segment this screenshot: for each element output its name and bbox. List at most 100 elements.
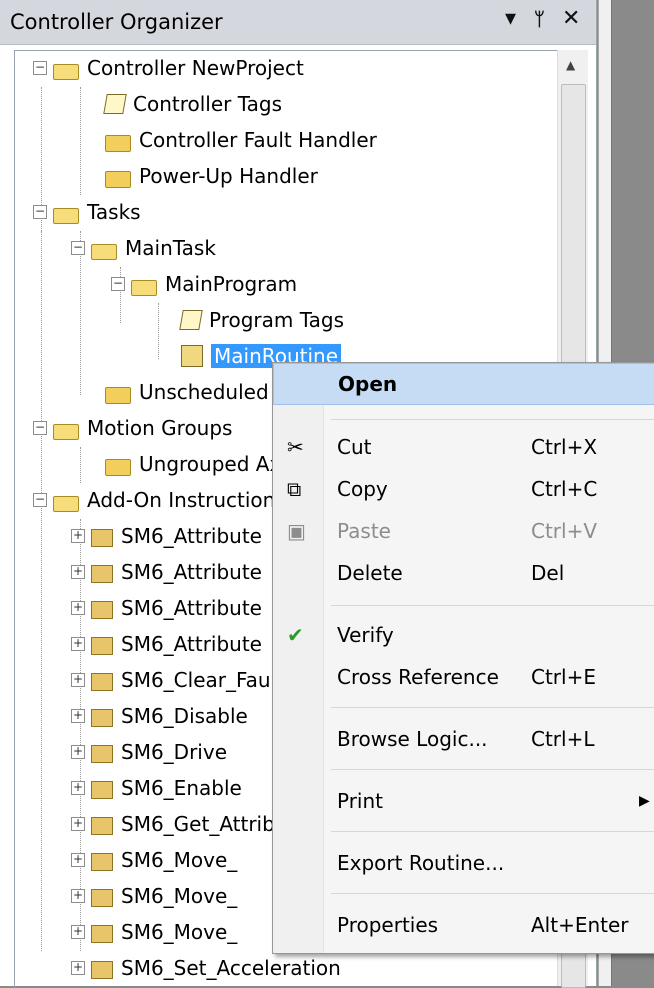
expand-icon[interactable]: + bbox=[71, 601, 85, 615]
menu-item-label: Cross Reference bbox=[337, 665, 499, 689]
menu-item-delete[interactable]: Delete Del bbox=[273, 553, 654, 593]
tree-node-aoi-item[interactable]: + SM6_Drive bbox=[71, 735, 227, 769]
expand-icon[interactable]: + bbox=[71, 781, 85, 795]
tree-node-label: Controller Tags bbox=[133, 92, 283, 116]
tree-node-label: SM6_Disable bbox=[121, 704, 248, 728]
tree-node-aoi-item[interactable]: + SM6_Attribute bbox=[71, 519, 262, 553]
tree-node-aoi-item[interactable]: + SM6_Attribute bbox=[71, 555, 262, 589]
aoi-icon bbox=[91, 565, 113, 583]
scroll-up-icon[interactable]: ▲ bbox=[566, 58, 575, 72]
collapse-icon[interactable]: − bbox=[33, 205, 47, 219]
folder-icon bbox=[105, 386, 131, 404]
close-icon[interactable]: ✕ bbox=[562, 6, 580, 31]
copy-icon: ⧉ bbox=[287, 477, 302, 501]
menu-shortcut: Ctrl+L bbox=[531, 727, 595, 751]
tree-node-mainprogram[interactable]: − MainProgram bbox=[111, 267, 297, 301]
tree-node-aoi-item[interactable]: + SM6_Move_ bbox=[71, 879, 237, 913]
tree-node-aoi-item[interactable]: + SM6_Move_ bbox=[71, 915, 237, 949]
aoi-icon bbox=[91, 961, 113, 979]
expand-icon[interactable]: + bbox=[71, 961, 85, 975]
menu-item-cut[interactable]: ✂ Cut Ctrl+X bbox=[273, 427, 654, 467]
menu-item-label: Open bbox=[338, 372, 398, 396]
expand-icon[interactable]: + bbox=[71, 817, 85, 831]
tree-node-aoi-item[interactable]: + SM6_Clear_Fault bbox=[71, 663, 284, 697]
tree-node-program-tags[interactable]: Program Tags bbox=[179, 303, 344, 337]
tree-node-aoi-item[interactable]: + SM6_Attribute bbox=[71, 591, 262, 625]
scissors-icon: ✂ bbox=[287, 435, 304, 459]
menu-item-copy[interactable]: ⧉ Copy Ctrl+C bbox=[273, 469, 654, 509]
aoi-icon bbox=[91, 889, 113, 907]
tree-node-aoi-item[interactable]: + SM6_Set_Acceleration bbox=[71, 951, 341, 985]
tree-node-controller-tags[interactable]: Controller Tags bbox=[103, 87, 283, 121]
folder-icon bbox=[105, 134, 131, 152]
menu-separator bbox=[331, 769, 654, 770]
expand-icon[interactable]: + bbox=[71, 637, 85, 651]
menu-shortcut: Ctrl+C bbox=[531, 477, 598, 501]
expand-icon[interactable]: + bbox=[71, 529, 85, 543]
tree-node-fault-handler[interactable]: Controller Fault Handler bbox=[105, 123, 377, 157]
expand-icon[interactable]: + bbox=[71, 889, 85, 903]
collapse-icon[interactable]: − bbox=[71, 241, 85, 255]
menu-separator bbox=[331, 893, 654, 894]
menu-item-label: Delete bbox=[337, 561, 403, 585]
expand-icon[interactable]: + bbox=[71, 565, 85, 579]
aoi-icon bbox=[91, 709, 113, 727]
folder-open-icon bbox=[53, 424, 79, 440]
menu-item-properties[interactable]: Properties Alt+Enter bbox=[273, 905, 654, 945]
tree-node-label: Power-Up Handler bbox=[139, 164, 318, 188]
collapse-icon[interactable]: − bbox=[33, 493, 47, 507]
task-icon bbox=[91, 244, 117, 260]
menu-item-label: Paste bbox=[337, 519, 391, 543]
aoi-icon bbox=[91, 925, 113, 943]
program-icon bbox=[131, 280, 157, 296]
pin-icon[interactable]: ᛘ bbox=[534, 9, 545, 30]
folder-open-icon bbox=[53, 208, 79, 224]
menu-item-label: Export Routine... bbox=[337, 851, 505, 875]
tree-node-aoi-item[interactable]: + SM6_Attribute bbox=[71, 627, 262, 661]
expand-icon[interactable]: + bbox=[71, 709, 85, 723]
aoi-icon bbox=[91, 745, 113, 763]
collapse-icon[interactable]: − bbox=[33, 61, 47, 75]
tree-node-aoi-item[interactable]: + SM6_Enable bbox=[71, 771, 242, 805]
menu-item-verify[interactable]: ✔ Verify bbox=[273, 615, 654, 655]
menu-item-label: Browse Logic... bbox=[337, 727, 488, 751]
menu-item-label: Print bbox=[337, 789, 384, 813]
aoi-icon bbox=[91, 637, 113, 655]
menu-item-cross-reference[interactable]: Cross Reference Ctrl+E bbox=[273, 657, 654, 697]
folder-open-icon bbox=[53, 64, 79, 80]
collapse-icon[interactable]: − bbox=[111, 277, 125, 291]
tree-node-maintask[interactable]: − MainTask bbox=[71, 231, 216, 265]
verify-icon: ✔ bbox=[287, 623, 304, 647]
expand-icon[interactable]: + bbox=[71, 925, 85, 939]
panel-titlebar: Controller Organizer ▾ ᛘ ✕ bbox=[0, 0, 596, 45]
aoi-icon bbox=[91, 673, 113, 691]
tree-node-label: Controller NewProject bbox=[87, 56, 304, 80]
menu-shortcut: Ctrl+V bbox=[531, 519, 598, 543]
expand-icon[interactable]: + bbox=[71, 853, 85, 867]
tree-node-motion-groups[interactable]: − Motion Groups bbox=[33, 411, 232, 445]
aoi-icon bbox=[91, 817, 113, 835]
tree-node-label: Motion Groups bbox=[87, 416, 233, 440]
tree-node-powerup-handler[interactable]: Power-Up Handler bbox=[105, 159, 318, 193]
menu-item-browse-logic[interactable]: Browse Logic... Ctrl+L bbox=[273, 719, 654, 759]
dropdown-icon[interactable]: ▾ bbox=[505, 6, 516, 31]
tree-node-tasks[interactable]: − Tasks bbox=[33, 195, 141, 229]
expand-icon[interactable]: + bbox=[71, 673, 85, 687]
collapse-icon[interactable]: − bbox=[33, 421, 47, 435]
tree-node-label: Tasks bbox=[87, 200, 141, 224]
tree-node-aoi[interactable]: − Add-On Instructions bbox=[33, 483, 286, 517]
menu-item-print[interactable]: Print ▶ bbox=[273, 781, 654, 821]
tree-node-label: SM6_Attribute bbox=[121, 524, 262, 548]
expand-icon[interactable]: + bbox=[71, 745, 85, 759]
tree-node-aoi-item[interactable]: + SM6_Move_ bbox=[71, 843, 237, 877]
menu-separator bbox=[331, 419, 654, 420]
menu-item-open[interactable]: Open bbox=[273, 363, 654, 405]
tree-node-aoi-item[interactable]: + SM6_Disable bbox=[71, 699, 248, 733]
tree-node-controller[interactable]: − Controller NewProject bbox=[33, 51, 304, 85]
menu-item-export-routine[interactable]: Export Routine... bbox=[273, 843, 654, 883]
menu-separator bbox=[331, 707, 654, 708]
aoi-icon bbox=[91, 529, 113, 547]
tree-node-label: SM6_Attribute bbox=[121, 560, 262, 584]
tree-node-label: SM6_Move_ bbox=[121, 884, 238, 908]
menu-item-paste[interactable]: ▣ Paste Ctrl+V bbox=[273, 511, 654, 551]
